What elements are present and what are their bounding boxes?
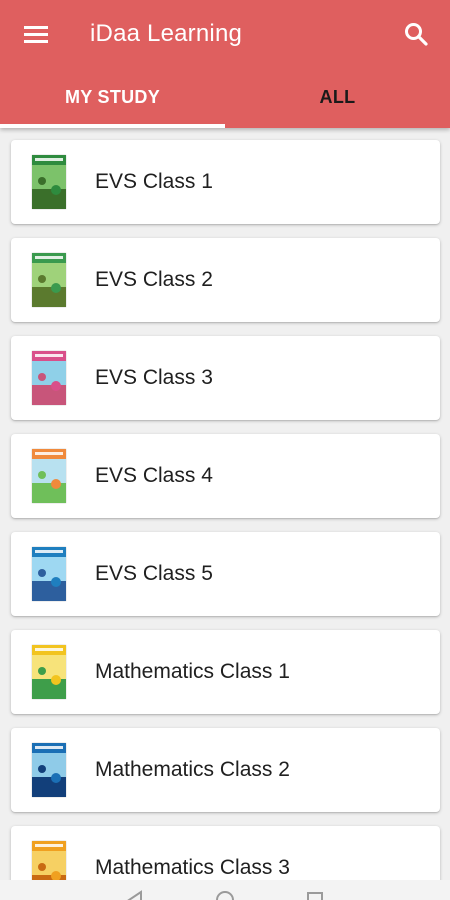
active-tab-indicator xyxy=(0,124,225,128)
home-icon xyxy=(216,891,234,900)
book-cover-icon xyxy=(32,253,66,307)
course-title: EVS Class 4 xyxy=(95,464,213,487)
home-button[interactable] xyxy=(213,888,237,900)
course-card[interactable]: EVS Class 1 xyxy=(11,140,440,224)
course-card[interactable]: EVS Class 2 xyxy=(11,238,440,322)
app-title: iDaa Learning xyxy=(90,20,243,47)
tab-bar: MY STUDY ALL xyxy=(0,68,450,128)
app-bar: iDaa Learning MY STUDY ALL xyxy=(0,0,450,128)
course-title: EVS Class 5 xyxy=(95,562,213,585)
book-cover-icon xyxy=(32,743,66,797)
course-card[interactable]: Mathematics Class 1 xyxy=(11,630,440,714)
course-list[interactable]: EVS Class 1 EVS Class 2 EVS Class 3 EVS … xyxy=(0,128,450,880)
hamburger-menu-icon xyxy=(24,26,48,43)
book-cover-icon xyxy=(32,547,66,601)
book-cover-icon xyxy=(32,155,66,209)
course-card[interactable]: Mathematics Class 2 xyxy=(11,728,440,812)
course-title: Mathematics Class 1 xyxy=(95,660,290,683)
book-cover-icon xyxy=(32,351,66,405)
course-title: Mathematics Class 3 xyxy=(95,856,290,879)
course-card[interactable]: EVS Class 3 xyxy=(11,336,440,420)
menu-button[interactable] xyxy=(14,14,58,54)
tab-all[interactable]: ALL xyxy=(225,68,450,128)
recents-icon xyxy=(307,892,323,900)
course-title: EVS Class 2 xyxy=(95,268,213,291)
system-nav-bar xyxy=(0,880,450,900)
tab-label: ALL xyxy=(319,86,356,107)
course-card[interactable]: EVS Class 5 xyxy=(11,532,440,616)
course-card[interactable]: Mathematics Class 3 xyxy=(11,826,440,880)
toolbar: iDaa Learning xyxy=(0,0,450,68)
search-icon xyxy=(405,23,428,46)
book-cover-icon xyxy=(32,449,66,503)
tab-my-study[interactable]: MY STUDY xyxy=(0,68,225,128)
course-title: EVS Class 3 xyxy=(95,366,213,389)
recents-button[interactable] xyxy=(303,888,327,900)
search-button[interactable] xyxy=(394,12,438,56)
course-card[interactable]: EVS Class 4 xyxy=(11,434,440,518)
back-button[interactable] xyxy=(123,888,147,900)
tab-label: MY STUDY xyxy=(64,86,161,107)
book-cover-icon xyxy=(32,645,66,699)
book-cover-icon xyxy=(32,841,66,880)
course-title: EVS Class 1 xyxy=(95,170,213,193)
back-icon xyxy=(127,890,142,900)
course-title: Mathematics Class 2 xyxy=(95,758,290,781)
